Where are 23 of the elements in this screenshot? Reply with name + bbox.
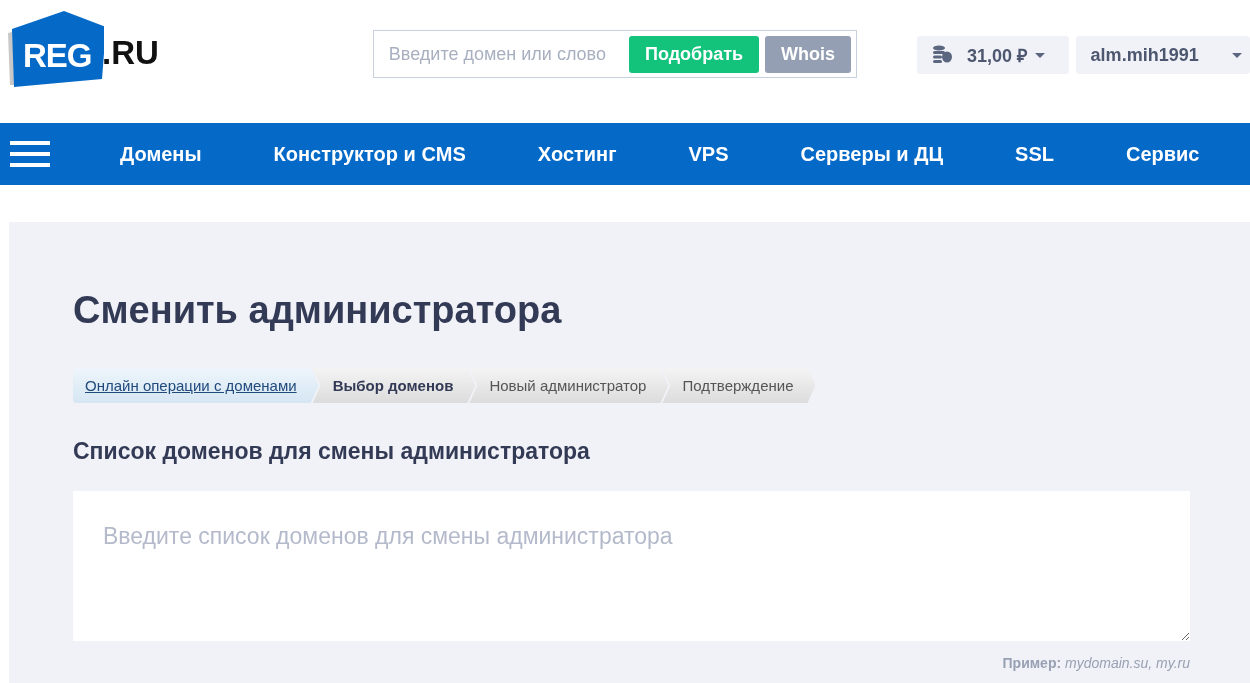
nav-link[interactable]: VPS <box>688 142 729 166</box>
nav-link[interactable]: Сервис <box>1125 142 1200 166</box>
section-title: Список доменов для смены администратора <box>73 437 591 466</box>
nav-link[interactable]: SSL <box>1015 142 1054 166</box>
breadcrumb-step: Выбор доменов <box>312 368 476 403</box>
caret-icon <box>1034 52 1045 58</box>
breadcrumb-step: Новый администратор <box>469 368 669 403</box>
balance-button[interactable]: 31,00 ₽ <box>917 36 1069 74</box>
caret-icon <box>1232 52 1242 58</box>
example-hint: Пример: mydomain.su, my.ru <box>1001 655 1190 671</box>
nav-link[interactable]: Конструктор и CMS <box>273 142 466 166</box>
nav-link[interactable]: Хостинг <box>537 142 617 166</box>
menu-icon[interactable] <box>10 141 50 167</box>
coins-icon <box>931 45 954 65</box>
domain-list-field[interactable]: Введите список доменов для смены администратора <box>73 491 1190 641</box>
nav-link[interactable]: Домены <box>120 142 202 166</box>
page-title: Сменить администратора <box>73 288 563 333</box>
breadcrumb-link[interactable]: Онлайн операции с доменами <box>73 368 319 403</box>
breadcrumb-step: Подтверждение <box>662 368 816 403</box>
logo-text: REG <box>23 37 92 75</box>
user-menu-button[interactable]: alm.mih1991 <box>1075 36 1250 74</box>
logo-suffix: .RU <box>102 34 159 72</box>
nav-link[interactable]: Серверы и ДЦ <box>800 142 944 166</box>
